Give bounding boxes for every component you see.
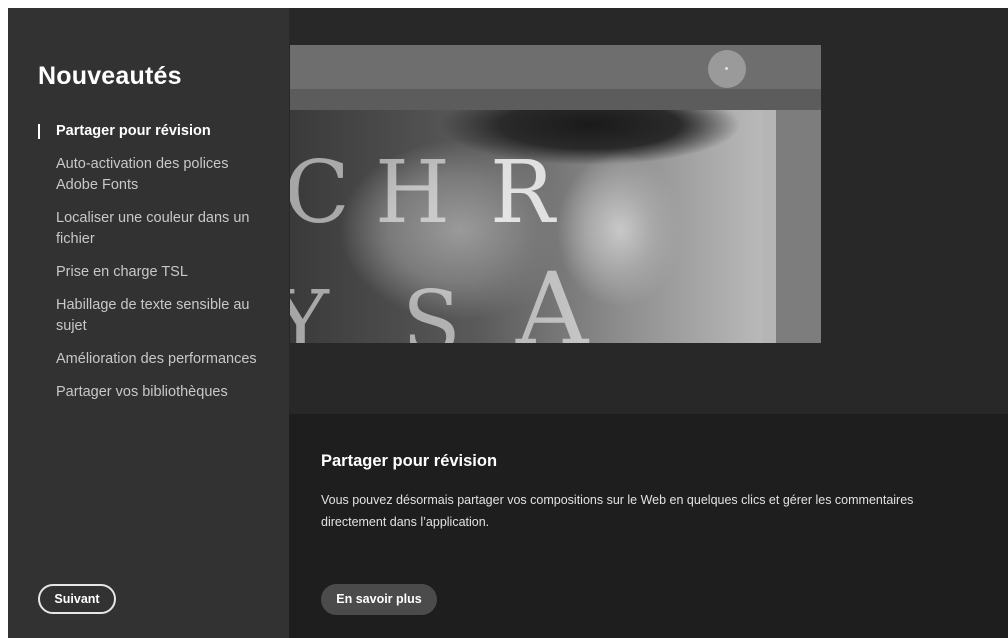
preview-letter-r: R [490,143,555,243]
feature-description: Vous pouvez désormais partager vos compo… [321,493,914,529]
nav-item-label: Amélioration des performances [56,351,257,367]
sidebar: Nouveautés Partager pour révision Auto-a… [8,8,289,638]
nav-item-label: Auto-activation des polices Adobe Fonts [56,156,229,193]
preview-letter-y: Y [290,273,329,343]
nav-item-adobe-fonts-auto-activation[interactable]: Auto-activation des polices Adobe Fonts [38,154,268,196]
nav-item-label: Partager vos bibliothèques [56,384,228,400]
feature-preview-area: C H R Y S A [289,8,1008,414]
preview-letter-s: S [402,273,461,343]
next-button[interactable]: Suivant [38,584,116,614]
preview-subbar [290,89,821,110]
nav-item-subject-aware-text-wrap[interactable]: Habillage de texte sensible au sujet [38,295,268,337]
nav-item-label: Localiser une couleur dans un fichier [56,210,250,247]
preview-letter-c: C [290,143,350,243]
nav-item-label: Habillage de texte sensible au sujet [56,297,250,334]
nav-item-locate-color[interactable]: Localiser une couleur dans un fichier [38,208,268,250]
nav-item-share-libraries[interactable]: Partager vos bibliothèques [38,382,268,403]
nav-item-label: Prise en charge TSL [56,264,188,280]
preview-photo-edge [762,110,821,343]
nav-item-hsl-support[interactable]: Prise en charge TSL [38,262,268,283]
feature-preview-image: C H R Y S A [290,45,821,343]
preview-photo: C H R Y S A [290,110,762,343]
nav-item-performance-improvements[interactable]: Amélioration des performances [38,349,268,370]
preview-letter-a: A [516,251,589,344]
preview-avatar [708,50,746,88]
feature-nav-list: Partager pour révision Auto-activation d… [38,121,268,415]
sidebar-title: Nouveautés [38,62,182,90]
nav-item-share-for-review[interactable]: Partager pour révision [38,121,268,142]
whats-new-dialog: Nouveautés Partager pour révision Auto-a… [8,8,1008,638]
feature-title: Partager pour révision [321,452,498,470]
feature-details: Partager pour révision Vous pouvez désor… [289,414,1008,638]
preview-letter-h: H [375,143,450,243]
nav-item-label: Partager pour révision [56,123,211,139]
learn-more-button[interactable]: En savoir plus [321,584,437,615]
